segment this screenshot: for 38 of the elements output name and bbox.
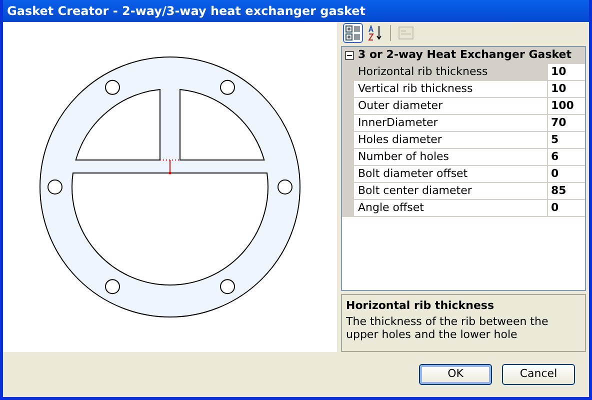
category-label: 3 or 2-way Heat Exchanger Gasket xyxy=(358,47,572,64)
property-name: Holes diameter xyxy=(354,132,548,148)
property-row[interactable]: InnerDiameter 70 xyxy=(342,114,585,132)
sort-alphabetical-icon xyxy=(367,24,383,41)
property-row[interactable]: Holes diameter 5 xyxy=(342,132,585,149)
property-pages-icon xyxy=(398,24,414,41)
property-name: InnerDiameter xyxy=(354,114,548,131)
ok-button[interactable]: OK xyxy=(419,364,492,385)
property-value: 10 xyxy=(550,64,566,80)
property-name: Vertical rib thickness xyxy=(354,80,548,97)
property-value: 70 xyxy=(550,114,566,131)
property-row[interactable]: Bolt diameter offset 0 xyxy=(342,166,585,183)
description-text: The thickness of the rib between the upper holes and the lower hole xyxy=(346,314,550,341)
property-row[interactable]: Angle offset 0 xyxy=(342,200,585,217)
window-title: Gasket Creator - 2-way/3-way heat exchanger gasket xyxy=(3,0,589,22)
property-value: 0 xyxy=(550,166,559,182)
property-value: 10 xyxy=(550,80,566,97)
categorized-view-icon xyxy=(345,24,361,41)
property-name: Number of holes xyxy=(354,148,548,165)
property-value: 5 xyxy=(550,132,559,148)
property-row[interactable]: Horizontal rib thickness 10 xyxy=(342,64,585,81)
property-row[interactable]: Vertical rib thickness 10 xyxy=(342,80,585,98)
property-row[interactable]: Number of holes 6 xyxy=(342,148,585,166)
property-name: Bolt center diameter xyxy=(354,182,548,199)
property-name: Horizontal rib thickness xyxy=(354,64,548,80)
property-name: Angle offset xyxy=(354,200,548,216)
collapse-icon[interactable] xyxy=(345,50,354,60)
property-value: 100 xyxy=(550,98,574,114)
property-value: 0 xyxy=(550,200,559,216)
property-row[interactable]: Bolt center diameter 85 xyxy=(342,182,585,200)
property-value: 6 xyxy=(550,148,559,165)
property-row[interactable]: Outer diameter 100 xyxy=(342,98,585,115)
property-name: Outer diameter xyxy=(354,98,548,114)
categorized-button[interactable] xyxy=(343,22,363,43)
property-value: 85 xyxy=(550,182,566,199)
description-title: Horizontal rib thickness xyxy=(346,298,496,314)
property-name: Bolt diameter offset xyxy=(354,166,548,182)
cancel-button[interactable]: Cancel xyxy=(502,364,575,385)
